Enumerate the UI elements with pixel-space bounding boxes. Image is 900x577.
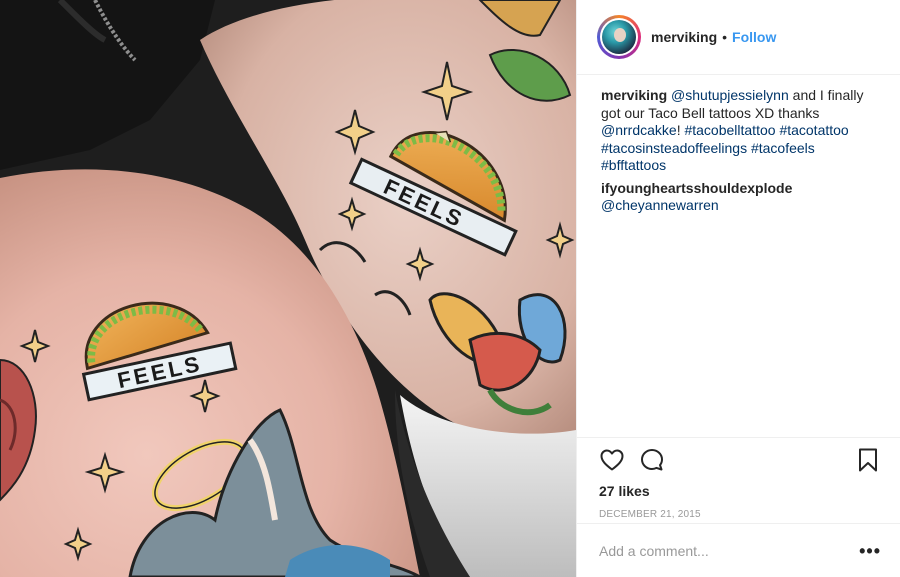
hashtag-link[interactable]: #tacosinsteadoffeelings: [601, 140, 747, 156]
caption-comment: merviking @shutupjessielynn and I finall…: [601, 87, 881, 175]
follow-button[interactable]: Follow: [732, 29, 776, 45]
post-actions: 27 likes DECEMBER 21, 2015: [577, 437, 900, 522]
mention-link[interactable]: @nrrdcakke: [601, 122, 677, 138]
reply-username[interactable]: ifyoungheartsshouldexplode: [601, 180, 792, 196]
instagram-post: FEELS FEELS merviking • Follow merviking…: [0, 0, 900, 577]
hashtag-link[interactable]: #tacobelltattoo: [684, 122, 775, 138]
mention-link[interactable]: @cheyannewarren: [601, 197, 719, 213]
post-header: merviking • Follow: [577, 0, 900, 75]
reply-comment: ifyoungheartsshouldexplode @cheyannewarr…: [601, 180, 881, 215]
heart-icon[interactable]: [599, 447, 625, 473]
avatar[interactable]: [597, 15, 641, 59]
add-comment-bar: •••: [577, 523, 900, 577]
action-icons-row: [599, 438, 881, 482]
post-photo[interactable]: FEELS FEELS: [0, 0, 576, 577]
bookmark-icon[interactable]: [855, 447, 881, 473]
tattoo-photo-illustration: FEELS FEELS: [0, 0, 576, 577]
caption-username[interactable]: merviking: [601, 87, 667, 103]
post-side-panel: merviking • Follow merviking @shutupjess…: [576, 0, 900, 577]
mention-link[interactable]: @shutupjessielynn: [671, 87, 789, 103]
hashtag-link[interactable]: #bfftattoos: [601, 157, 666, 173]
more-options-icon[interactable]: •••: [859, 542, 881, 560]
hashtag-link[interactable]: #tacofeels: [751, 140, 815, 156]
likes-count[interactable]: 27 likes: [599, 482, 881, 500]
comment-bubble-icon[interactable]: [639, 447, 665, 473]
header-username[interactable]: merviking: [651, 29, 717, 45]
hashtag-link[interactable]: #tacotattoo: [779, 122, 848, 138]
post-date[interactable]: DECEMBER 21, 2015: [599, 508, 881, 522]
separator-dot: •: [722, 29, 728, 45]
avatar-image: [602, 20, 636, 54]
add-comment-input[interactable]: [599, 542, 860, 559]
comments-section: merviking @shutupjessielynn and I finall…: [577, 75, 900, 437]
